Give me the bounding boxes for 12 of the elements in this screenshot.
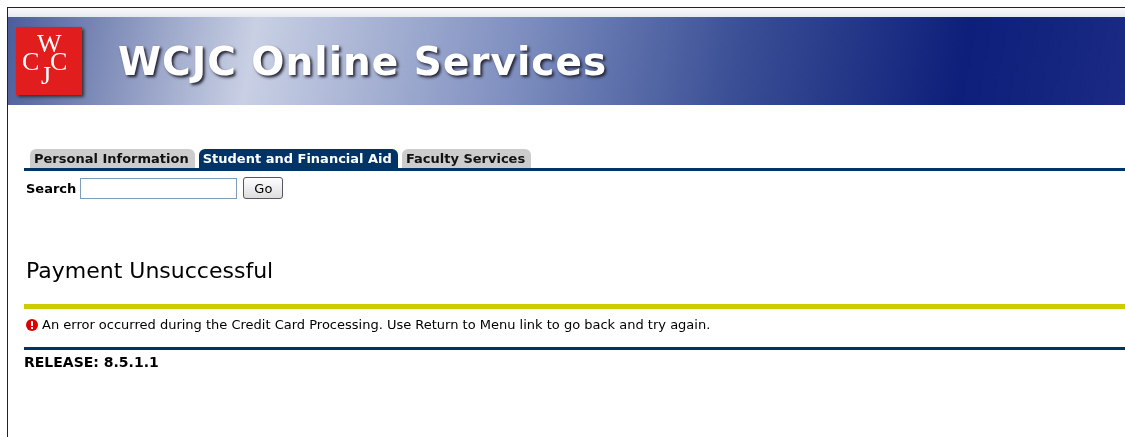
release-version: RELEASE: 8.5.1.1: [24, 354, 160, 370]
tab[interactable]: Student and Financial Aid: [198, 149, 398, 168]
error-icon: [26, 318, 38, 331]
college-logo: W CJC: [16, 27, 82, 95]
tab[interactable]: Personal Information: [30, 149, 195, 168]
go-button[interactable]: Go: [243, 177, 284, 199]
tab[interactable]: Faculty Services: [401, 149, 532, 168]
page-title: Payment Unsuccessful: [25, 258, 275, 283]
search-label: Search: [26, 180, 77, 196]
error-message: An error occurred during the Credit Card Processing. Use Return to Menu link to go back and try again.: [42, 317, 711, 332]
search-field[interactable]: [80, 177, 238, 199]
banner-title: WCJC Online Services: [118, 38, 608, 84]
